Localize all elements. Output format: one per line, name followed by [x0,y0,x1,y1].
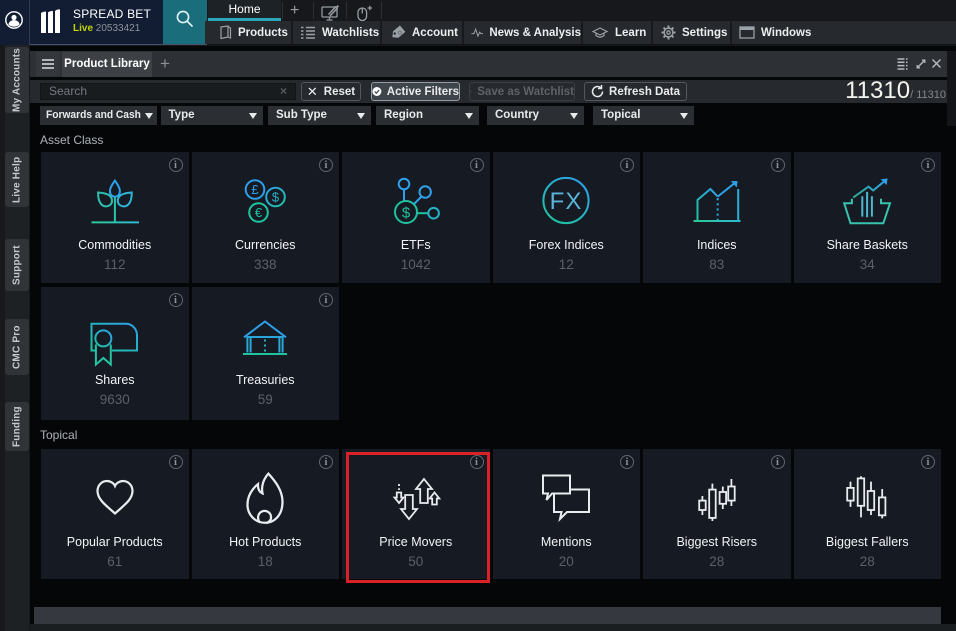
svg-text:€: € [255,205,263,220]
svg-text:£: £ [252,182,260,197]
svg-text:$: $ [272,190,280,205]
svg-text:FX: FX [550,188,583,215]
svg-text:$: $ [402,205,411,222]
